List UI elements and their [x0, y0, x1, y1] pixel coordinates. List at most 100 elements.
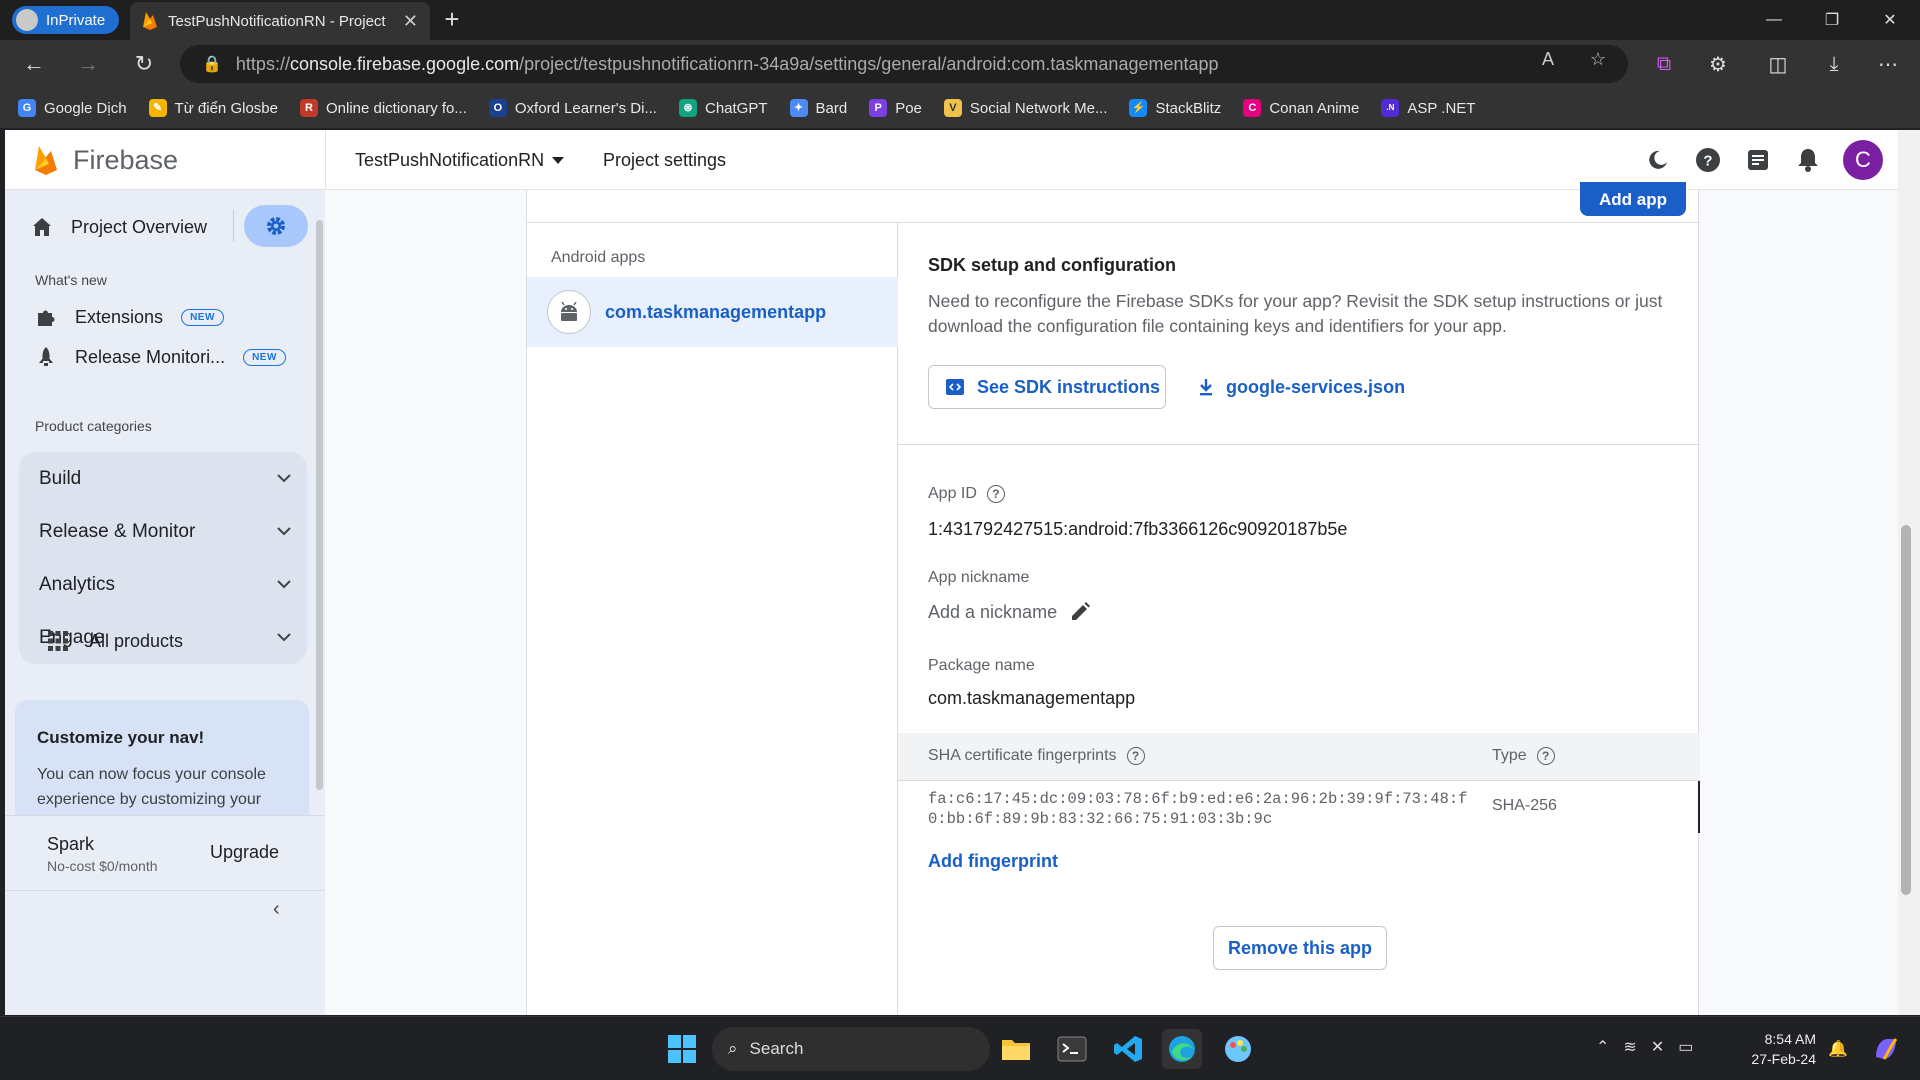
upgrade-button[interactable]: Upgrade [210, 842, 279, 863]
bookmark-glosbe[interactable]: ✎ Từ điển Glosbe [148, 99, 278, 117]
lock-icon[interactable]: 🔒 [202, 54, 222, 74]
system-tray: ⌃ ≋ ✕ ▭ [1596, 1037, 1693, 1057]
help-circle-icon[interactable]: ? [1126, 747, 1145, 765]
more-menu-icon[interactable]: ⋯ [1872, 48, 1904, 80]
notification-center-icon[interactable]: 🔔 [1818, 1029, 1858, 1069]
chevron-up-icon[interactable]: ⌃ [1596, 1037, 1609, 1057]
help-circle-icon[interactable]: ? [986, 485, 1005, 503]
bookmark-label: Conan Anime [1269, 99, 1360, 117]
paint-app-icon[interactable] [1218, 1029, 1258, 1069]
see-sdk-instructions-button[interactable]: See SDK instructions [928, 365, 1166, 409]
edge-browser-icon[interactable] [1162, 1029, 1202, 1069]
new-badge: NEW [181, 308, 224, 326]
file-explorer-icon[interactable] [996, 1029, 1036, 1069]
battery-icon[interactable]: ▭ [1678, 1037, 1693, 1057]
extensions-icon[interactable]: ⚙ [1702, 48, 1734, 80]
new-tab-button[interactable]: + [438, 6, 466, 34]
copilot-icon[interactable] [1866, 1029, 1906, 1069]
back-button[interactable]: ← [18, 48, 50, 80]
rocket-icon [39, 347, 53, 366]
remove-app-button[interactable]: Remove this app [1213, 926, 1387, 970]
split-screen-icon[interactable]: ◫ [1762, 48, 1794, 80]
console-top-bar: Firebase TestPushNotificationRN Project … [5, 130, 1905, 190]
table-row[interactable]: fa:c6:17:45:dc:09:03:78:6f:b9:ed:e6:2a:9… [898, 781, 1700, 833]
sha-header-text: SHA certificate fingerprints [928, 747, 1117, 764]
taskbar-search-label: Search [749, 1039, 804, 1058]
windows-start-icon[interactable] [662, 1029, 702, 1069]
inprivate-label: InPrivate [46, 11, 106, 29]
refresh-button[interactable]: ↻ [128, 48, 160, 80]
collections-icon[interactable]: ⧉ [1648, 48, 1680, 80]
download-config-button[interactable]: google-services.json [1198, 365, 1405, 409]
sidebar-item-extensions[interactable]: Extensions NEW [35, 306, 224, 328]
sha-column-header: SHA certificate fingerprints ? [928, 747, 1145, 765]
bookmark-bard[interactable]: ✦ Bard [789, 99, 848, 117]
sha-table-header: SHA certificate fingerprints ? Type ? [898, 733, 1700, 781]
forward-button[interactable]: → [72, 48, 104, 80]
category-analytics[interactable]: Analytics [19, 558, 307, 611]
minimize-window-button[interactable]: — [1746, 0, 1802, 40]
package-name-label: Package name [928, 657, 1035, 674]
add-fingerprint-link[interactable]: Add fingerprint [928, 851, 1058, 872]
config-file-label: google-services.json [1226, 376, 1406, 397]
chevron-down-icon [277, 474, 291, 483]
tab-title: TestPushNotificationRN - Project [168, 12, 386, 30]
sidebar-scrollbar[interactable] [316, 220, 323, 790]
wifi-icon[interactable]: ≋ [1623, 1037, 1636, 1057]
sidebar-item-release-monitoring[interactable]: Release Monitori... NEW [35, 346, 286, 368]
taskbar-search[interactable]: ⌕ Search [712, 1027, 990, 1071]
add-app-button[interactable]: Add app [1580, 182, 1686, 216]
vscode-icon[interactable] [1108, 1029, 1148, 1069]
terminal-icon[interactable] [1052, 1029, 1092, 1069]
app-nickname-field[interactable]: Add a nickname [928, 601, 1091, 623]
favorite-star-icon[interactable]: ☆ [1584, 48, 1612, 70]
bookmarks-bar: G Google Dịch ✎ Từ điển Glosbe R Online dic… [0, 88, 1920, 128]
category-release-monitor[interactable]: Release & Monitor [19, 505, 307, 558]
notifications-bell-icon[interactable] [1793, 145, 1823, 175]
product-categories-heading: Product categories [35, 418, 152, 434]
collapse-sidebar-icon[interactable]: ‹ [273, 898, 280, 921]
sidebar-bottom-divider [5, 890, 325, 891]
account-avatar[interactable]: C [1843, 140, 1883, 180]
downloads-icon[interactable]: ⤓ [1818, 48, 1850, 80]
help-icon[interactable]: ? [1693, 145, 1723, 175]
bookmark-chatgpt[interactable]: ⊛ ChatGPT [678, 99, 768, 117]
sdk-setup-section: SDK setup and configuration Need to reco… [898, 223, 1700, 445]
close-window-button[interactable]: ✕ [1862, 0, 1918, 40]
app-list-item[interactable]: com.taskmanagementapp [527, 277, 898, 347]
volume-muted-icon[interactable]: ✕ [1651, 1037, 1664, 1057]
search-icon: ⌕ [728, 1039, 738, 1058]
restore-window-button[interactable]: ❐ [1804, 0, 1860, 40]
help-circle-icon[interactable]: ? [1536, 747, 1555, 765]
bookmark-social-network[interactable]: V Social Network Me... [943, 99, 1108, 117]
bookmark-online-dictionary[interactable]: R Online dictionary fo... [299, 99, 467, 117]
page-scrollbar[interactable] [1901, 525, 1911, 895]
read-aloud-icon[interactable]: A [1534, 48, 1562, 70]
edit-pencil-icon[interactable] [1069, 601, 1091, 623]
sidebar-item-project-overview[interactable]: Project Overview [31, 216, 207, 238]
firebase-brand[interactable]: Firebase [33, 144, 178, 176]
bookmark-google-dich[interactable]: G Google Dịch [18, 99, 127, 117]
bookmark-label: Bard [815, 99, 848, 117]
dark-mode-icon[interactable] [1643, 145, 1673, 175]
category-label: Release & Monitor [39, 520, 196, 542]
close-tab-icon[interactable]: ✕ [403, 11, 418, 32]
inprivate-badge[interactable]: InPrivate [12, 6, 120, 34]
taskbar-clock[interactable]: 8:54 AM 27-Feb-24 [1740, 1029, 1816, 1069]
all-products-link[interactable]: All products [47, 630, 183, 652]
bookmark-oxford[interactable]: O Oxford Learner's Di... [488, 99, 657, 117]
project-settings-button[interactable] [244, 205, 308, 247]
bookmark-asp-net[interactable]: .N ASP .NET [1381, 99, 1475, 117]
bookmark-stackblitz[interactable]: ⚡ StackBlitz [1129, 99, 1221, 117]
type-header-text: Type [1492, 747, 1527, 764]
browser-tab[interactable]: TestPushNotificationRN - Project ✕ [130, 2, 430, 40]
bookmark-poe[interactable]: P Poe [869, 99, 922, 117]
address-bar[interactable]: 🔒 https://console.firebase.google.com/pr… [180, 45, 1628, 83]
code-icon [946, 379, 964, 395]
bookmark-label: Social Network Me... [969, 99, 1108, 117]
release-notes-icon[interactable] [1743, 145, 1773, 175]
category-build[interactable]: Build [19, 452, 307, 505]
bookmark-favicon-icon: R [299, 99, 318, 117]
bookmark-conan-anime[interactable]: C Conan Anime [1243, 99, 1359, 117]
project-selector[interactable]: TestPushNotificationRN [355, 150, 565, 171]
